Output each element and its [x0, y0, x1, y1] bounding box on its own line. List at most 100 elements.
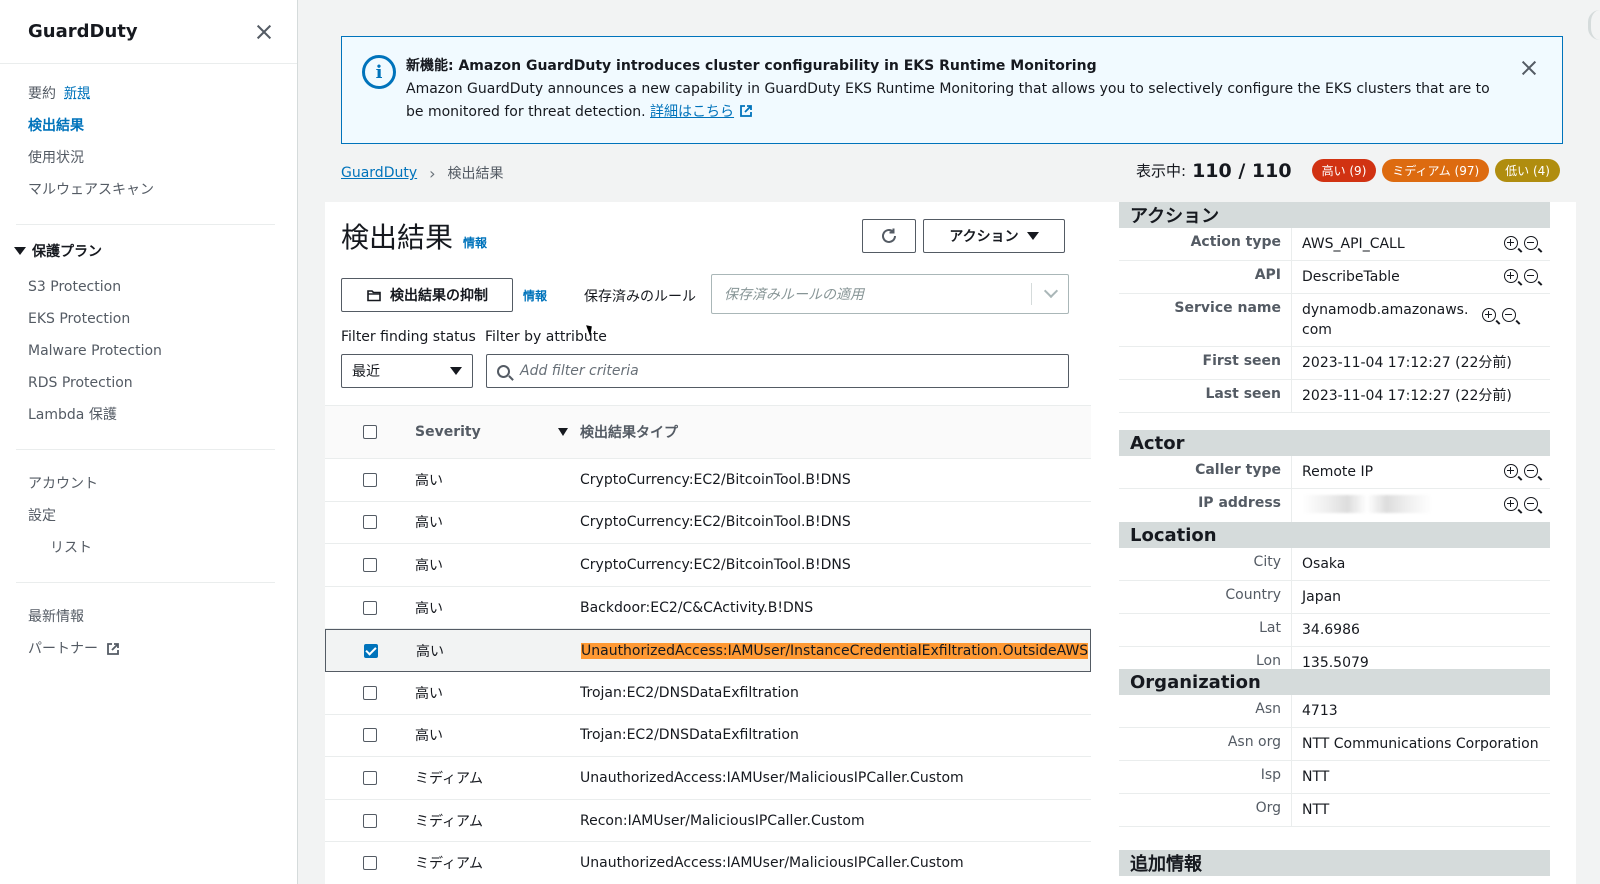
filter-criteria-input[interactable]: Add filter criteria: [486, 354, 1069, 388]
severity-cell: ミディアム: [415, 770, 484, 787]
zoom-in-icon[interactable]: [1504, 497, 1518, 511]
low-severity-badge[interactable]: 低い (4): [1495, 159, 1560, 182]
sidebar-item-settings[interactable]: 設定: [0, 500, 297, 532]
zoom-out-icon[interactable]: [1524, 464, 1538, 478]
row-checkbox[interactable]: [363, 685, 377, 700]
finding-type-cell[interactable]: UnauthorizedAccess:IAMUser/MaliciousIPCa…: [580, 855, 1091, 871]
action-section: アクション Action type AWS_API_CALL API Descr…: [1119, 202, 1550, 413]
sidebar-main-section: 要約 新規 検出結果 使用状況 マルウェアスキャン: [0, 64, 297, 216]
status-value: 最近: [352, 364, 380, 380]
zoom-out-icon[interactable]: [1524, 236, 1538, 250]
finding-type-cell[interactable]: CryptoCurrency:EC2/BitcoinTool.B!DNS: [580, 472, 1091, 488]
finding-type-cell[interactable]: UnauthorizedAccess:IAMUser/MaliciousIPCa…: [580, 770, 1091, 786]
actions-dropdown-button[interactable]: アクション: [923, 219, 1065, 253]
table-row[interactable]: 高い CryptoCurrency:EC2/BitcoinTool.B!DNS: [325, 459, 1091, 502]
row-checkbox[interactable]: [363, 856, 377, 871]
sidebar-item-lists[interactable]: リスト: [0, 532, 297, 564]
table-row[interactable]: 高い Trojan:EC2/DNSDataExfiltration: [325, 672, 1091, 715]
table-row[interactable]: 高い CryptoCurrency:EC2/BitcoinTool.B!DNS: [325, 544, 1091, 587]
detail-value: NTT: [1302, 802, 1330, 818]
medium-severity-badge[interactable]: ミディアム (97): [1382, 159, 1490, 182]
table-row[interactable]: ミディアム UnauthorizedAccess:IAMUser/Malicio…: [325, 757, 1091, 800]
row-checkbox-checked[interactable]: [364, 643, 378, 658]
sidebar-item-label: リスト: [50, 540, 92, 556]
severity-header[interactable]: Severity: [415, 424, 580, 440]
detail-key: Asn org: [1119, 728, 1292, 760]
saved-rules-select[interactable]: 保存済みルールの適用: [711, 274, 1069, 314]
suppress-info-link[interactable]: 情報: [523, 287, 547, 304]
table-row-selected[interactable]: 高い UnauthorizedAccess:IAMUser/InstanceCr…: [325, 629, 1091, 672]
finding-type-cell[interactable]: CryptoCurrency:EC2/BitcoinTool.B!DNS: [580, 557, 1091, 573]
external-link-icon: [107, 643, 119, 655]
row-checkbox[interactable]: [363, 600, 377, 615]
detail-value: NTT: [1302, 769, 1330, 785]
row-checkbox[interactable]: [363, 770, 377, 785]
detail-row: Lat 34.6986: [1119, 614, 1550, 647]
table-row[interactable]: ミディアム UnauthorizedAccess:IAMUser/Malicio…: [325, 842, 1091, 884]
table-row[interactable]: 高い Backdoor:EC2/C&CActivity.B!DNS: [325, 587, 1091, 630]
sidebar-title[interactable]: GuardDuty: [28, 21, 138, 42]
table-row[interactable]: ミディアム Recon:IAMUser/MaliciousIPCaller.Cu…: [325, 800, 1091, 843]
close-icon[interactable]: [255, 23, 273, 41]
table-row[interactable]: 高い Trojan:EC2/DNSDataExfiltration: [325, 715, 1091, 758]
sidebar-item-rds-protection[interactable]: RDS Protection: [0, 367, 297, 399]
row-checkbox[interactable]: [363, 728, 377, 743]
detail-value: 4713: [1302, 703, 1338, 719]
finding-type-cell[interactable]: Trojan:EC2/DNSDataExfiltration: [580, 727, 1091, 743]
finding-type-cell[interactable]: Trojan:EC2/DNSDataExfiltration: [580, 685, 1091, 701]
zoom-out-icon[interactable]: [1502, 308, 1516, 322]
high-severity-badge[interactable]: 高い (9): [1311, 159, 1377, 182]
table-row[interactable]: 高い CryptoCurrency:EC2/BitcoinTool.B!DNS: [325, 502, 1091, 545]
refresh-button[interactable]: [862, 219, 916, 253]
sidebar-item-accounts[interactable]: アカウント: [0, 468, 297, 500]
sidebar-item-usage[interactable]: 使用状況: [0, 142, 297, 174]
sidebar-item-eks-protection[interactable]: EKS Protection: [0, 303, 297, 335]
row-checkbox[interactable]: [363, 472, 377, 487]
sidebar-item-lambda-protection[interactable]: Lambda 保護: [0, 399, 297, 431]
select-all-checkbox[interactable]: [363, 425, 377, 439]
sidebar-item-label: EKS Protection: [28, 311, 131, 327]
protection-plans-toggle[interactable]: 保護プラン: [0, 233, 297, 269]
sidebar-item-findings[interactable]: 検出結果: [0, 110, 297, 142]
finding-type-cell[interactable]: UnauthorizedAccess:IAMUser/InstanceCrede…: [581, 642, 1090, 659]
suppress-findings-button[interactable]: 検出結果の抑制: [341, 278, 513, 312]
zoom-in-icon[interactable]: [1504, 269, 1518, 283]
finding-type-cell[interactable]: CryptoCurrency:EC2/BitcoinTool.B!DNS: [580, 514, 1091, 530]
sidebar-item-malware-protection[interactable]: Malware Protection: [0, 335, 297, 367]
info-link[interactable]: 情報: [463, 234, 487, 251]
banner-content: 新機能: Amazon GuardDuty introduces cluster…: [406, 55, 1510, 125]
sidebar-item-summary[interactable]: 要約 新規: [0, 78, 297, 110]
settings-list: アカウント 設定 リスト: [0, 458, 297, 564]
row-checkbox[interactable]: [363, 557, 377, 572]
finding-type-cell[interactable]: Recon:IAMUser/MaliciousIPCaller.Custom: [580, 813, 1091, 829]
finding-type-header[interactable]: 検出結果タイプ: [580, 422, 1091, 442]
finding-type-cell[interactable]: Backdoor:EC2/C&CActivity.B!DNS: [580, 600, 1091, 616]
actor-section: Actor Caller type Remote IP IP address: [1119, 430, 1550, 526]
button-label: 検出結果の抑制: [390, 288, 488, 304]
dismiss-banner-icon[interactable]: [1520, 59, 1538, 77]
findings-panel: 検出結果 情報 アクション 検出結果の抑制 情報 保存済みのルール 保存済みルー…: [325, 202, 1091, 884]
learn-more-link[interactable]: 詳細はこちら: [650, 104, 734, 120]
zoom-out-icon[interactable]: [1524, 269, 1538, 283]
sort-descending-icon[interactable]: [558, 428, 568, 436]
finding-status-select[interactable]: 最近: [341, 354, 473, 388]
sidebar-item-s3-protection[interactable]: S3 Protection: [0, 271, 297, 303]
zoom-in-icon[interactable]: [1482, 308, 1496, 322]
zoom-out-icon[interactable]: [1524, 497, 1538, 511]
row-checkbox[interactable]: [363, 515, 377, 530]
breadcrumb-current: 検出結果: [447, 166, 504, 182]
divider: [16, 224, 275, 225]
scroll-handle[interactable]: [1588, 10, 1600, 40]
breadcrumb-guardduty[interactable]: GuardDuty: [341, 165, 417, 181]
detail-value: AWS_API_CALL: [1302, 236, 1405, 252]
sidebar-item-partners[interactable]: パートナー: [0, 633, 297, 665]
zoom-in-icon[interactable]: [1504, 464, 1518, 478]
row-checkbox[interactable]: [363, 813, 377, 828]
row-check-cell: [325, 472, 415, 487]
sidebar-item-malware-scan[interactable]: マルウェアスキャン: [0, 174, 297, 206]
count-value: 110 / 110: [1192, 159, 1292, 182]
protection-list: S3 Protection EKS Protection Malware Pro…: [0, 269, 297, 431]
filter-actions: [1482, 294, 1528, 346]
zoom-in-icon[interactable]: [1504, 236, 1518, 250]
sidebar-item-whats-new[interactable]: 最新情報: [0, 601, 297, 633]
